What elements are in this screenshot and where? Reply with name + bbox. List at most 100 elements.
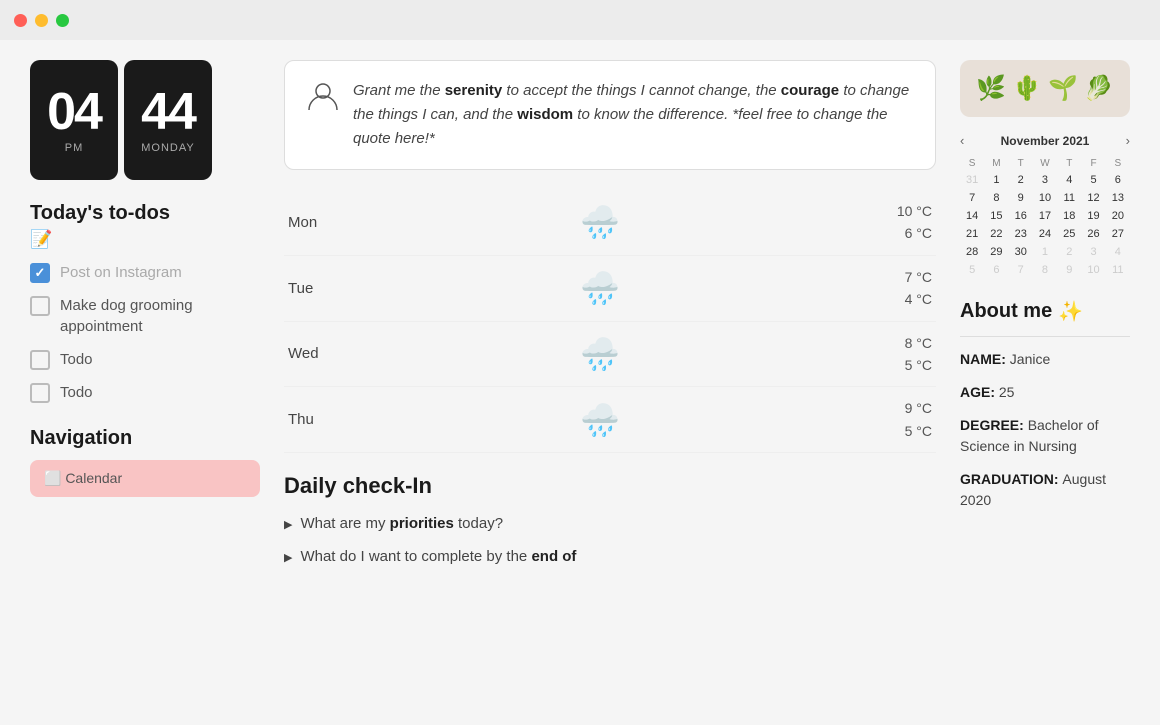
cal-day[interactable]: 1 (984, 171, 1008, 189)
about-name-value: Janice (1010, 351, 1050, 367)
cal-th-w: W (1033, 156, 1057, 171)
clock-day: MONDAY (141, 142, 194, 154)
todo-checkbox-4[interactable] (30, 383, 50, 403)
cal-day[interactable]: 28 (960, 243, 984, 261)
cal-day[interactable]: 26 (1081, 225, 1105, 243)
cal-day[interactable]: 21 (960, 225, 984, 243)
plant-widget: 🌿 🌵 🌱 🥬 (960, 60, 1130, 117)
weather-day-thu: Thu (288, 411, 348, 428)
weather-temps-thu: 9 °C 5 °C (852, 397, 932, 442)
cal-th-t2: T (1057, 156, 1081, 171)
weather-day-wed: Wed (288, 345, 348, 362)
cal-day[interactable]: 14 (960, 207, 984, 225)
cal-day[interactable]: 3 (1033, 171, 1057, 189)
about-age-value: 25 (999, 384, 1015, 400)
weather-icon-wed: 🌧️ (348, 335, 852, 373)
todo-item[interactable]: Todo (30, 349, 260, 370)
cal-day[interactable]: 1 (1033, 243, 1057, 261)
weather-row-tue: Tue 🌧️ 7 °C 4 °C (284, 256, 936, 322)
todo-checkbox-1[interactable] (30, 263, 50, 283)
edit-icon: 📝 (30, 229, 260, 250)
calendar-grid: S M T W T F S 31 1 2 3 4 (960, 156, 1130, 279)
about-name-label: NAME: (960, 351, 1010, 367)
cal-week-2: 14 15 16 17 18 19 20 (960, 207, 1130, 225)
maximize-button[interactable] (56, 14, 69, 27)
cal-week-4: 28 29 30 1 2 3 4 (960, 243, 1130, 261)
cal-day[interactable]: 2 (1057, 243, 1081, 261)
about-divider (960, 336, 1130, 337)
todo-text-1: Post on Instagram (60, 262, 182, 283)
todo-text-4: Todo (60, 382, 93, 403)
about-name: NAME: Janice (960, 349, 1130, 370)
cal-day[interactable]: 10 (1081, 261, 1105, 279)
cal-day[interactable]: 24 (1033, 225, 1057, 243)
sparkle-icon: ✨ (1058, 299, 1083, 324)
cal-day[interactable]: 5 (960, 261, 984, 279)
cal-week-0: 31 1 2 3 4 5 6 (960, 171, 1130, 189)
cal-day[interactable]: 17 (1033, 207, 1057, 225)
close-button[interactable] (14, 14, 27, 27)
todo-item[interactable]: Make dog grooming appointment (30, 295, 260, 337)
nav-title: Navigation (30, 427, 260, 450)
nav-item-calendar[interactable]: ⬜ Calendar (30, 460, 260, 497)
weather-temps-tue: 7 °C 4 °C (852, 266, 932, 311)
cal-day[interactable]: 7 (1009, 261, 1033, 279)
minimize-button[interactable] (35, 14, 48, 27)
clock-hours-block: 04 PM (30, 60, 118, 180)
calendar-body: 31 1 2 3 4 5 6 7 8 9 10 11 12 (960, 171, 1130, 279)
cal-day[interactable]: 4 (1057, 171, 1081, 189)
cal-day[interactable]: 16 (1009, 207, 1033, 225)
cal-day[interactable]: 9 (1009, 189, 1033, 207)
cal-day[interactable]: 29 (984, 243, 1008, 261)
todo-list: Post on Instagram Make dog grooming appo… (30, 262, 260, 403)
about-degree-label: DEGREE: (960, 417, 1028, 433)
cal-day[interactable]: 8 (1033, 261, 1057, 279)
cal-day[interactable]: 19 (1081, 207, 1105, 225)
cal-day[interactable]: 25 (1057, 225, 1081, 243)
cal-day[interactable]: 3 (1081, 243, 1105, 261)
cal-day[interactable]: 30 (1009, 243, 1033, 261)
cal-day[interactable]: 5 (1081, 171, 1105, 189)
plant-2: 🌵 (1012, 74, 1042, 103)
checkin-item-1: ▶ What are my priorities today? (284, 513, 936, 536)
calendar-prev-button[interactable]: ‹ (960, 133, 964, 148)
todo-item[interactable]: Todo (30, 382, 260, 403)
cal-day[interactable]: 7 (960, 189, 984, 207)
cal-day[interactable]: 12 (1081, 189, 1105, 207)
cal-th-s2: S (1106, 156, 1130, 171)
cal-day[interactable]: 13 (1106, 189, 1130, 207)
cal-day[interactable]: 20 (1106, 207, 1130, 225)
weather-temps-mon: 10 °C 6 °C (852, 200, 932, 245)
weather-row-mon: Mon 🌧️ 10 °C 6 °C (284, 190, 936, 256)
cal-day[interactable]: 11 (1106, 261, 1130, 279)
cal-day[interactable]: 31 (960, 171, 984, 189)
cal-day[interactable]: 22 (984, 225, 1008, 243)
todo-checkbox-3[interactable] (30, 350, 50, 370)
weather-temps-wed: 8 °C 5 °C (852, 332, 932, 377)
todo-item[interactable]: Post on Instagram (30, 262, 260, 283)
cal-day[interactable]: 11 (1057, 189, 1081, 207)
checkin-item-2: ▶ What do I want to complete by the end … (284, 546, 936, 569)
cal-day[interactable]: 6 (1106, 171, 1130, 189)
cal-day[interactable]: 9 (1057, 261, 1081, 279)
todo-checkbox-2[interactable] (30, 296, 50, 316)
cal-day[interactable]: 2 (1009, 171, 1033, 189)
cal-day[interactable]: 18 (1057, 207, 1081, 225)
calendar-next-button[interactable]: › (1126, 133, 1130, 148)
plant-3: 🌱 (1048, 74, 1078, 103)
cal-day[interactable]: 10 (1033, 189, 1057, 207)
weather-day-mon: Mon (288, 214, 348, 231)
cal-day[interactable]: 4 (1106, 243, 1130, 261)
arrow-icon: ▶ (284, 517, 292, 534)
cal-day[interactable]: 6 (984, 261, 1008, 279)
calendar-days-header: S M T W T F S (960, 156, 1130, 171)
weather-row-thu: Thu 🌧️ 9 °C 5 °C (284, 387, 936, 453)
about-degree: DEGREE: Bachelor of Science in Nursing (960, 415, 1130, 457)
cal-day[interactable]: 15 (984, 207, 1008, 225)
cal-week-3: 21 22 23 24 25 26 27 (960, 225, 1130, 243)
cal-day[interactable]: 8 (984, 189, 1008, 207)
cal-day[interactable]: 27 (1106, 225, 1130, 243)
cal-day[interactable]: 23 (1009, 225, 1033, 243)
checkin-text-2: What do I want to complete by the end of (300, 546, 576, 569)
cal-week-5: 5 6 7 8 9 10 11 (960, 261, 1130, 279)
